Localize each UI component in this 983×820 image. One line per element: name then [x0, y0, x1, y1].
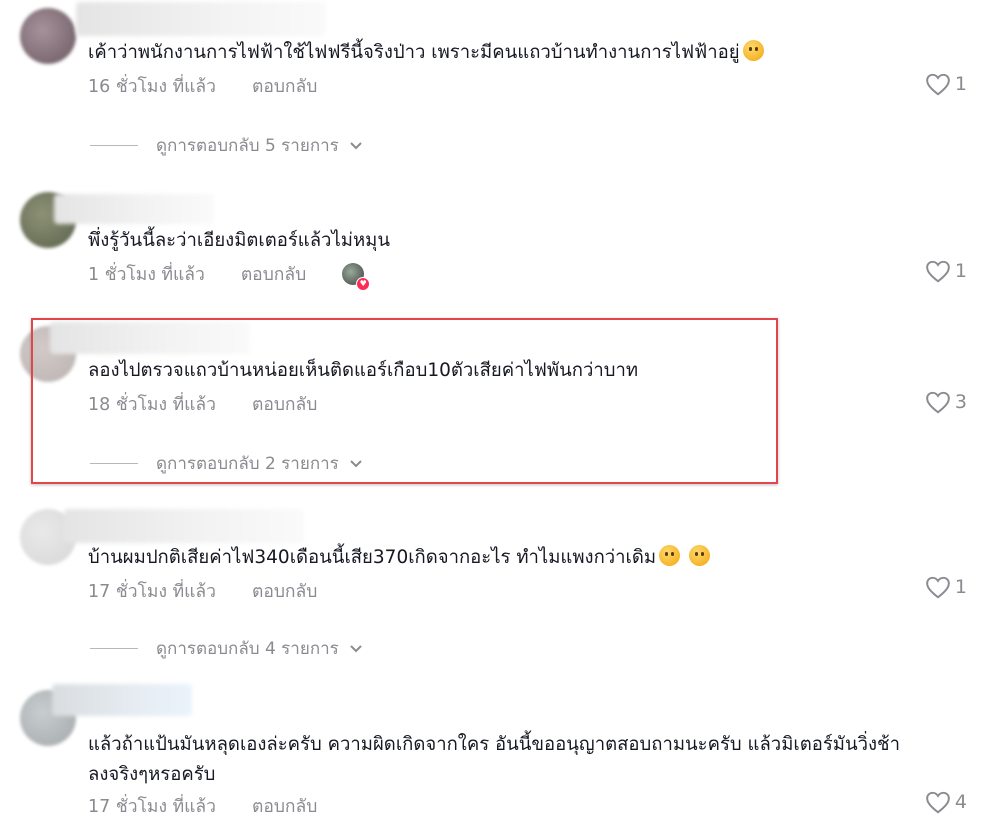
- comment-text: เค้าว่าพนักงานการไฟฟ้าใช้ไฟฟรีนี้จริงป่า…: [88, 38, 764, 68]
- reply-button[interactable]: ตอบกลับ: [252, 577, 317, 605]
- comment-time: 16 ชั่วโมง ที่แล้ว: [88, 77, 216, 97]
- like-button[interactable]: 1: [925, 259, 967, 283]
- chevron-down-icon: [350, 644, 362, 652]
- view-replies-label: ดูการตอบกลับ 5 รายการ: [156, 136, 339, 156]
- comment-text: แล้วถ้าแป้นมันหลุดเองล่ะครับ ความผิดเกิด…: [88, 730, 900, 790]
- comment-time: 1 ชั่วโมง ที่แล้ว: [88, 265, 205, 285]
- smirk-emoji: [688, 545, 710, 566]
- reply-button[interactable]: ตอบกลับ: [241, 260, 306, 288]
- reply-button[interactable]: ตอบกลับ: [252, 72, 317, 100]
- comment-item: เค้าว่าพนักงานการไฟฟ้าใช้ไฟฟรีนี้จริงป่า…: [0, 0, 983, 170]
- comment-text: พึ่งรู้วันนี้ละว่าเอียงมิตเตอร์แล้วไม่หม…: [88, 226, 390, 256]
- username-redacted: [54, 194, 214, 224]
- divider-line: [90, 145, 138, 146]
- view-replies-button[interactable]: ดูการตอบกลับ 4 รายการ: [90, 635, 363, 662]
- like-count: 1: [954, 576, 967, 598]
- username-redacted: [76, 2, 326, 36]
- like-count: 1: [954, 260, 967, 282]
- comment-text-content: บ้านผมปกติเสียค่าไฟ340เดือนนี้เสีย370เกิ…: [88, 547, 657, 568]
- avatar[interactable]: [20, 8, 76, 64]
- view-replies-button[interactable]: ดูการตอบกลับ 5 รายการ: [90, 132, 363, 159]
- creator-liked-avatar: ♥: [342, 263, 371, 291]
- comment-item: แล้วถ้าแป้นมันหลุดเองล่ะครับ ความผิดเกิด…: [0, 680, 983, 817]
- heart-icon: [926, 391, 950, 414]
- like-button[interactable]: 3: [925, 390, 967, 414]
- comment-meta: 17 ชั่วโมง ที่แล้ว ตอบกลับ: [88, 792, 317, 820]
- comment-meta: 16 ชั่วโมง ที่แล้ว ตอบกลับ: [88, 72, 317, 100]
- view-replies-label: ดูการตอบกลับ 4 รายการ: [156, 639, 339, 659]
- comment-meta: 17 ชั่วโมง ที่แล้ว ตอบกลับ: [88, 577, 317, 605]
- username-redacted: [52, 684, 192, 716]
- comment-item: พึ่งรู้วันนี้ละว่าเอียงมิตเตอร์แล้วไม่หม…: [0, 190, 983, 300]
- heart-icon: [926, 576, 950, 599]
- comment-meta: 1 ชั่วโมง ที่แล้ว ตอบกลับ ♥: [88, 260, 371, 291]
- pleading-face-emoji: [742, 40, 764, 61]
- heart-icon: [926, 791, 950, 814]
- chevron-down-icon: [350, 141, 362, 149]
- comment-text-line: ลงจริงๆหรอครับ: [88, 764, 216, 785]
- divider-line: [90, 648, 138, 649]
- reply-button[interactable]: ตอบกลับ: [252, 792, 317, 820]
- like-button[interactable]: 4: [925, 790, 967, 814]
- like-button[interactable]: 1: [925, 72, 967, 96]
- heart-icon: [926, 260, 950, 283]
- like-count: 4: [954, 791, 967, 813]
- like-count: 1: [954, 73, 967, 95]
- username-redacted: [64, 509, 304, 543]
- comment-text-content: พึ่งรู้วันนี้ละว่าเอียงมิตเตอร์แล้วไม่หม…: [88, 230, 390, 251]
- comment-time: 17 ชั่วโมง ที่แล้ว: [88, 797, 216, 817]
- heart-icon: [926, 73, 950, 96]
- like-button[interactable]: 1: [925, 575, 967, 599]
- like-count: 3: [954, 391, 967, 413]
- comment-text: บ้านผมปกติเสียค่าไฟ340เดือนนี้เสีย370เกิ…: [88, 543, 710, 573]
- comment-item: บ้านผมปกติเสียค่าไฟ340เดือนนี้เสีย370เกิ…: [0, 505, 983, 675]
- comment-text-content: เค้าว่าพนักงานการไฟฟ้าใช้ไฟฟรีนี้จริงป่า…: [88, 42, 740, 63]
- highlight-box: [31, 318, 778, 484]
- heart-badge-icon: ♥: [356, 277, 371, 291]
- eye-roll-emoji: [659, 545, 681, 566]
- comment-text-line: แล้วถ้าแป้นมันหลุดเองล่ะครับ ความผิดเกิด…: [88, 734, 900, 755]
- comment-time: 17 ชั่วโมง ที่แล้ว: [88, 582, 216, 602]
